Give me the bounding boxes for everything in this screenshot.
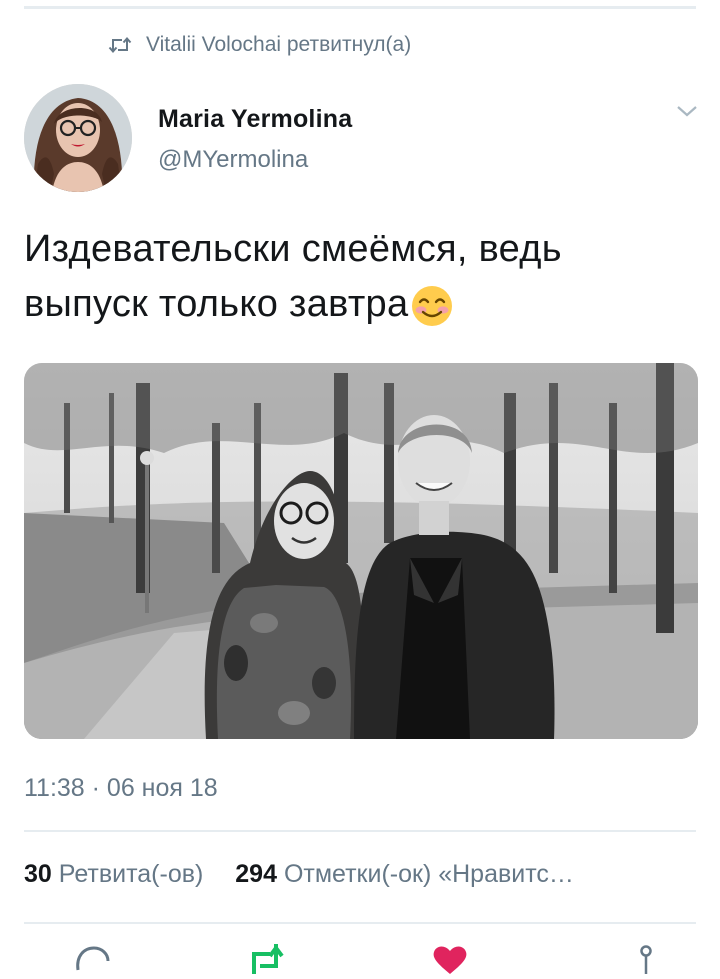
retweets-label[interactable]: Ретвита(-ов) [59,860,204,888]
reply-icon[interactable] [72,944,112,974]
likes-count[interactable]: 294 [235,860,277,888]
retweet-context-text: Vitalii Volochai ретвитнул(а) [146,33,412,56]
smiling-face-emoji-icon [410,284,454,328]
tweet-author[interactable]: Maria Yermolina @MYermolina [158,104,352,174]
tweet-text-line-2: выпуск только завтра [24,283,409,325]
share-icon[interactable] [626,944,666,974]
top-divider [24,6,696,9]
likes-label[interactable]: Отметки(-ок) «Нравитс… [284,860,574,888]
retweet-icon [108,36,132,54]
chevron-down-icon[interactable] [676,104,698,123]
author-name[interactable]: Maria Yermolina [158,104,352,134]
divider [24,922,696,924]
tweet-stats: 30 Ретвита(-ов) 294 Отметки(-ок) «Нравит… [24,860,696,889]
tweet-timestamp[interactable]: 11:38 · 06 ноя 18 [24,774,218,803]
avatar[interactable] [24,84,132,192]
like-icon[interactable] [430,944,470,974]
tweet-text: Издевательски смеёмся, ведь выпуск тольк… [24,222,696,332]
author-handle[interactable]: @MYermolina [158,146,352,174]
retweet-action-icon[interactable] [246,944,286,974]
retweet-context[interactable]: Vitalii Volochai ретвитнул(а) [108,28,411,62]
tweet-photo[interactable] [24,363,698,739]
divider [24,830,696,832]
retweets-count[interactable]: 30 [24,860,52,888]
tweet-text-line-1: Издевательски смеёмся, ведь [24,228,562,270]
